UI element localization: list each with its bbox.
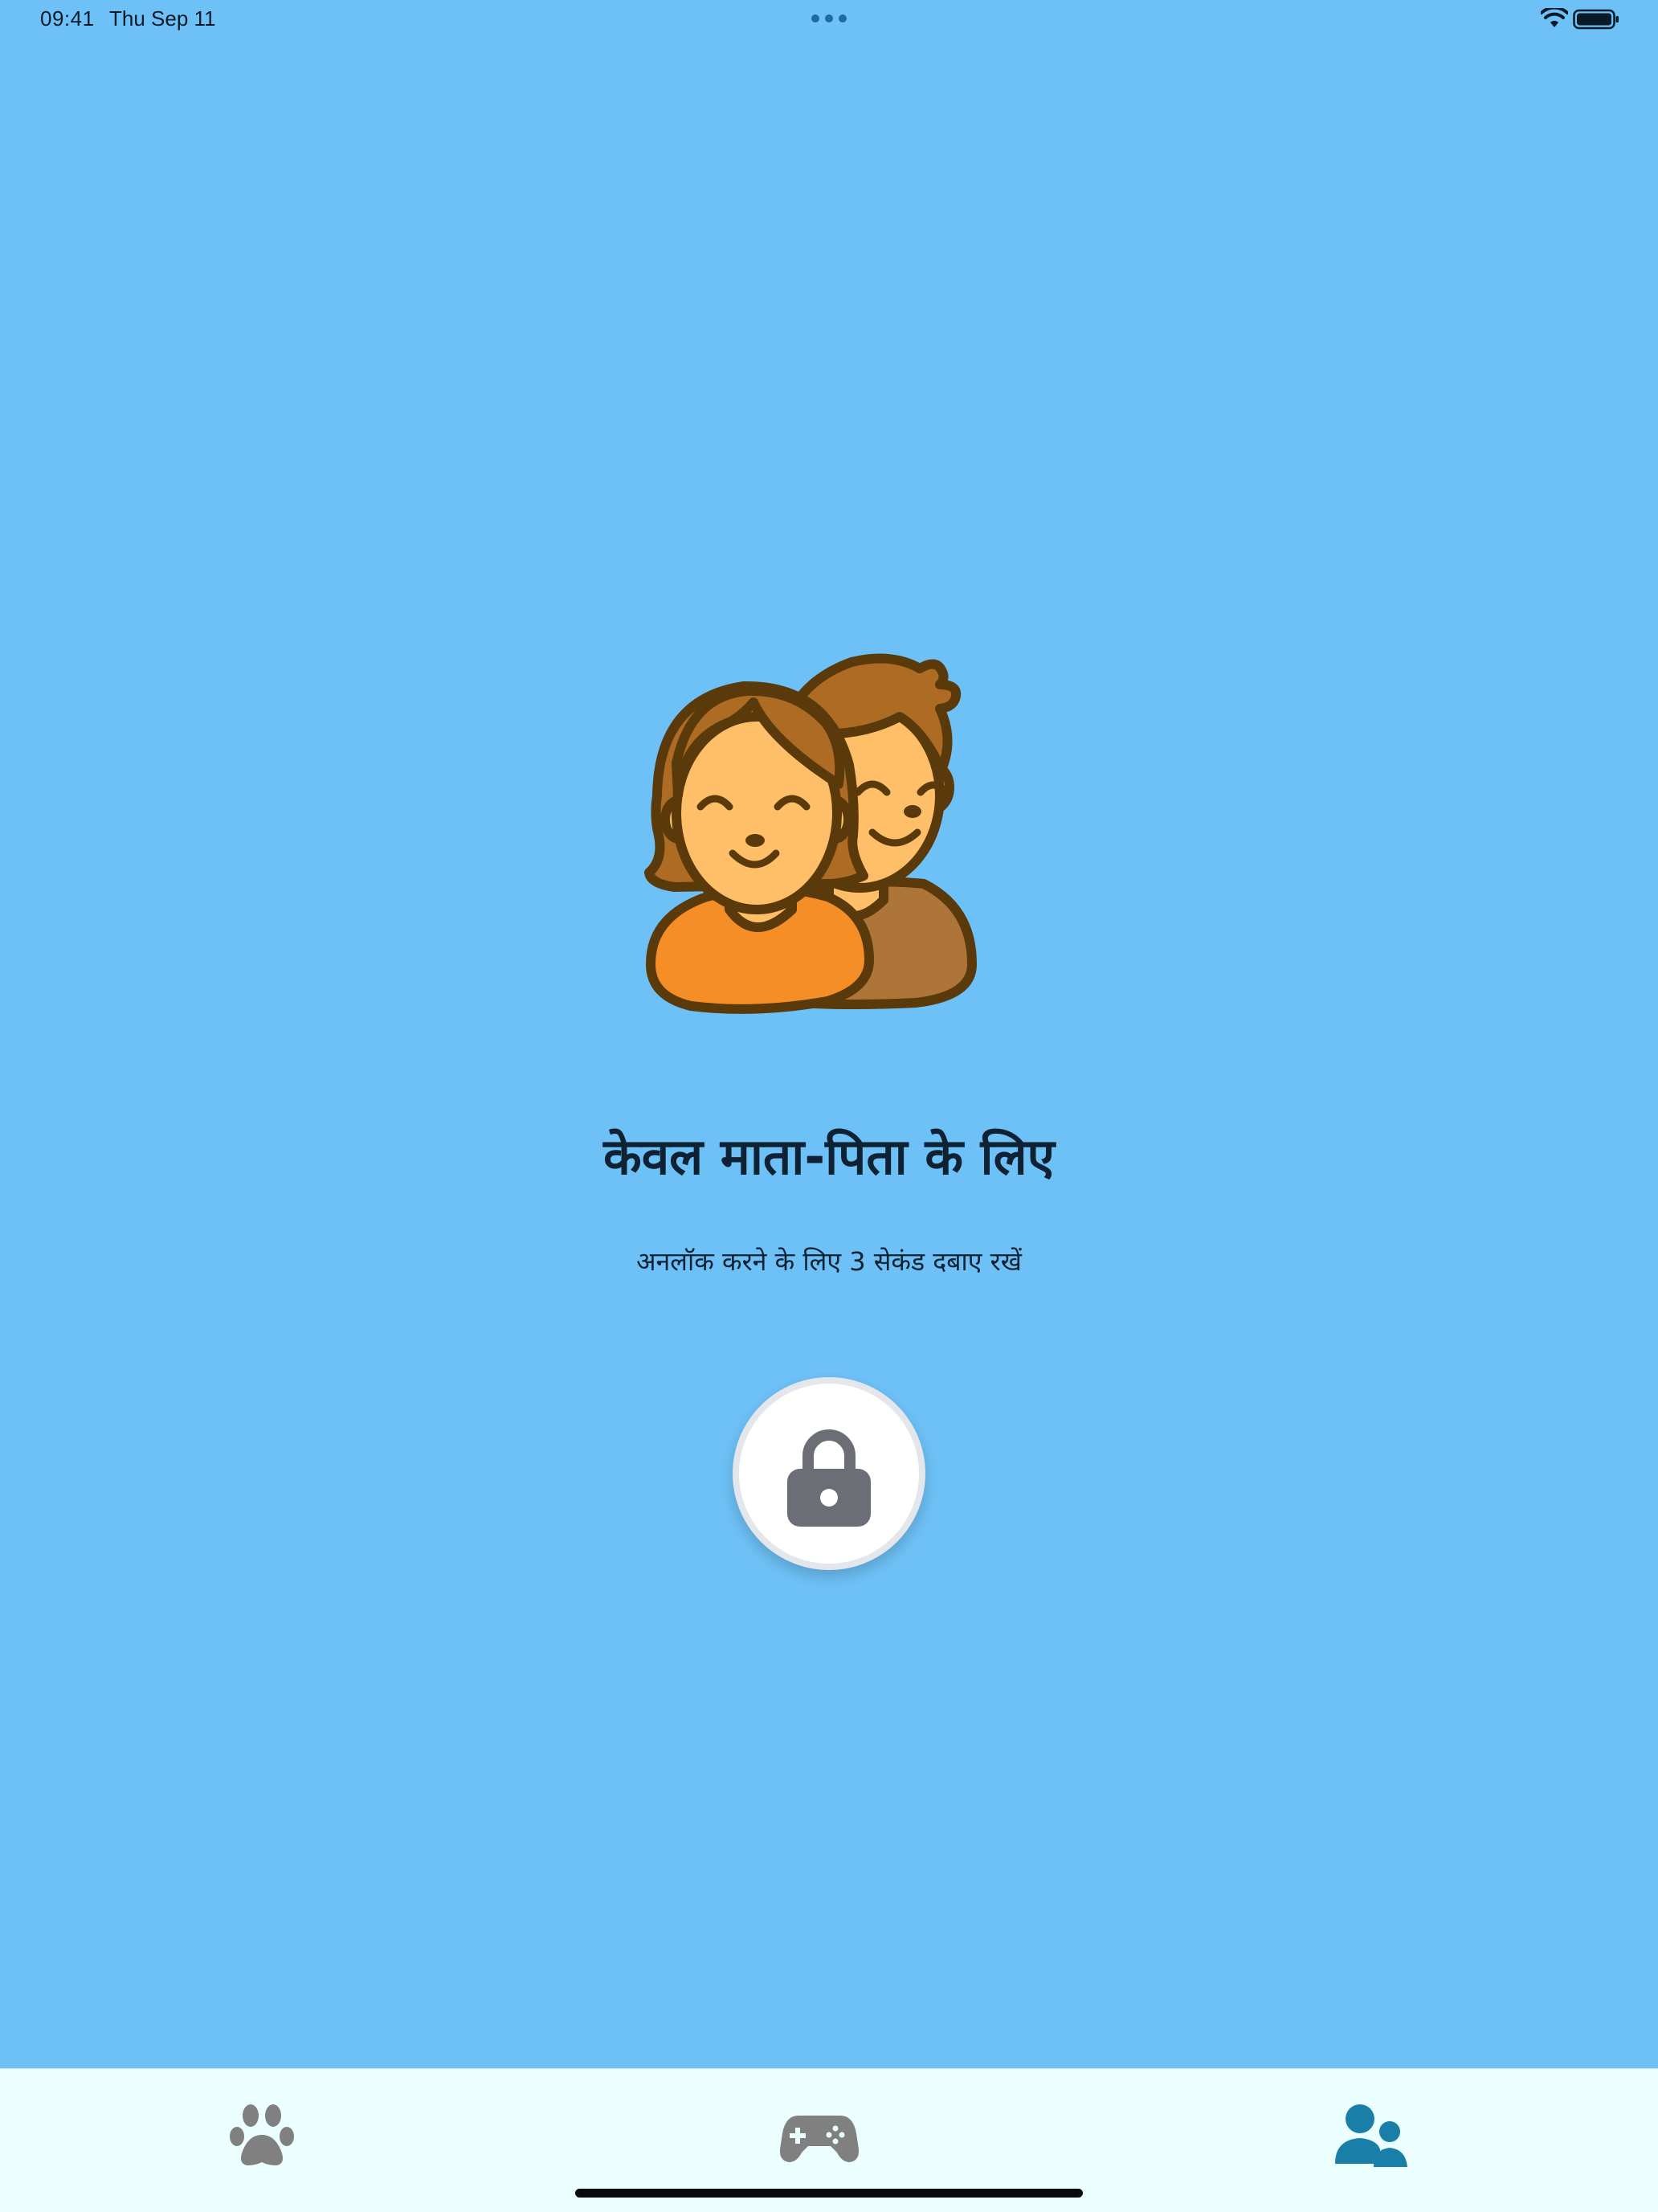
wifi-icon (1541, 8, 1568, 27)
parents-icon (1335, 2104, 1407, 2167)
page-title: केवल माता-पिता के लिए (603, 1127, 1055, 1186)
unlock-button[interactable] (733, 1377, 925, 1570)
lock-icon (787, 1429, 871, 1527)
paw-icon (230, 2104, 294, 2165)
unlock-instruction: अनलॉक करने के लिए 3 सेकंड दबाए रखें (636, 1246, 1022, 1277)
tab-games[interactable] (779, 2101, 876, 2173)
status-time: 09:41 (40, 6, 95, 31)
tab-parents[interactable] (1333, 2101, 1430, 2173)
status-bar: 09:41 Thu Sep 11 (0, 0, 1658, 39)
battery-icon (1573, 9, 1619, 30)
home-indicator (575, 2189, 1083, 2198)
gamepad-icon (779, 2116, 860, 2162)
status-date: Thu Sep 11 (109, 6, 216, 31)
tab-pets[interactable] (230, 2101, 326, 2173)
parents-illustration (644, 653, 977, 1014)
multitasking-dots-icon[interactable] (810, 13, 848, 24)
